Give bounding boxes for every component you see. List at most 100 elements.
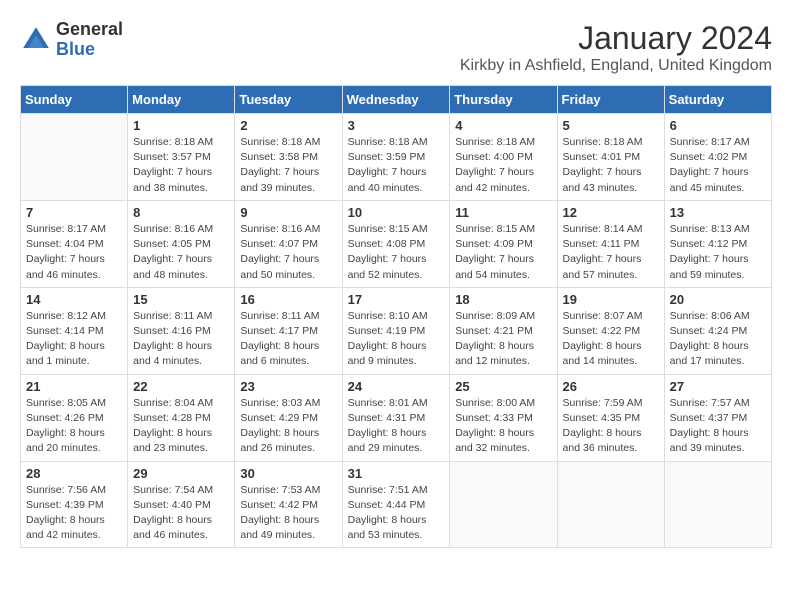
calendar-cell: 16 Sunrise: 8:11 AM Sunset: 4:17 PM Dayli…: [235, 287, 342, 374]
day-info: Sunrise: 7:54 AM Sunset: 4:40 PM Dayligh…: [133, 483, 229, 544]
day-info: Sunrise: 7:59 AM Sunset: 4:35 PM Dayligh…: [563, 396, 659, 457]
day-number: 31: [348, 466, 445, 481]
calendar-table: SundayMondayTuesdayWednesdayThursdayFrid…: [20, 85, 772, 548]
logo: General Blue: [20, 20, 123, 60]
calendar-week-row: 28Sunrise: 7:56 AM Sunset: 4:39 PM Dayli…: [21, 461, 772, 548]
day-info: Sunrise: 8:07 AM Sunset: 4:22 PM Dayligh…: [563, 309, 659, 370]
day-info: Sunrise: 7:53 AM Sunset: 4:42 PM Dayligh…: [240, 483, 336, 544]
day-info: Sunrise: 8:04 AM Sunset: 4:28 PM Dayligh…: [133, 396, 229, 457]
day-number: 2: [240, 118, 336, 133]
day-number: 15: [133, 292, 229, 307]
day-number: 28: [26, 466, 122, 481]
day-number: 27: [670, 379, 766, 394]
day-info: Sunrise: 8:13 AM Sunset: 4:12 PM Dayligh…: [670, 222, 766, 283]
calendar-cell: 14Sunrise: 8:12 AM Sunset: 4:14 PM Dayli…: [21, 287, 128, 374]
day-number: 22: [133, 379, 229, 394]
day-number: 21: [26, 379, 122, 394]
day-info: Sunrise: 8:01 AM Sunset: 4:31 PM Dayligh…: [348, 396, 445, 457]
day-info: Sunrise: 8:18 AM Sunset: 4:00 PM Dayligh…: [455, 135, 551, 196]
day-info: Sunrise: 8:09 AM Sunset: 4:21 PM Dayligh…: [455, 309, 551, 370]
weekday-header: Tuesday: [235, 86, 342, 114]
calendar-cell: 22 Sunrise: 8:04 AM Sunset: 4:28 PM Dayli…: [128, 374, 235, 461]
calendar-header: SundayMondayTuesdayWednesdayThursdayFrid…: [21, 86, 772, 114]
calendar-cell: 11Sunrise: 8:15 AM Sunset: 4:09 PM Dayli…: [450, 200, 557, 287]
day-info: Sunrise: 8:18 AM Sunset: 3:58 PM Dayligh…: [240, 135, 336, 196]
day-info: Sunrise: 8:11 AM Sunset: 4:16 PM Dayligh…: [133, 309, 229, 370]
calendar-week-row: 7 Sunrise: 8:17 AM Sunset: 4:04 PM Daylig…: [21, 200, 772, 287]
calendar-cell: 9 Sunrise: 8:16 AM Sunset: 4:07 PM Daylig…: [235, 200, 342, 287]
day-info: Sunrise: 8:12 AM Sunset: 4:14 PM Dayligh…: [26, 309, 122, 370]
calendar-cell: [557, 461, 664, 548]
calendar-cell: 27Sunrise: 7:57 AM Sunset: 4:37 PM Dayli…: [664, 374, 771, 461]
calendar-cell: 7 Sunrise: 8:17 AM Sunset: 4:04 PM Daylig…: [21, 200, 128, 287]
calendar-week-row: 1 Sunrise: 8:18 AM Sunset: 3:57 PM Daylig…: [21, 114, 772, 201]
weekday-header: Thursday: [450, 86, 557, 114]
day-number: 10: [348, 205, 445, 220]
day-info: Sunrise: 8:18 AM Sunset: 3:59 PM Dayligh…: [348, 135, 445, 196]
day-info: Sunrise: 7:51 AM Sunset: 4:44 PM Dayligh…: [348, 483, 445, 544]
day-info: Sunrise: 8:10 AM Sunset: 4:19 PM Dayligh…: [348, 309, 445, 370]
day-number: 30: [240, 466, 336, 481]
calendar-cell: 5Sunrise: 8:18 AM Sunset: 4:01 PM Daylig…: [557, 114, 664, 201]
day-number: 8: [133, 205, 229, 220]
calendar-cell: 24 Sunrise: 8:01 AM Sunset: 4:31 PM Dayli…: [342, 374, 450, 461]
calendar-cell: 28Sunrise: 7:56 AM Sunset: 4:39 PM Dayli…: [21, 461, 128, 548]
day-info: Sunrise: 8:16 AM Sunset: 4:07 PM Dayligh…: [240, 222, 336, 283]
page-title: January 2024: [460, 20, 772, 57]
day-number: 17: [348, 292, 445, 307]
logo-blue: Blue: [56, 40, 123, 60]
calendar-cell: 3Sunrise: 8:18 AM Sunset: 3:59 PM Daylig…: [342, 114, 450, 201]
calendar-week-row: 14Sunrise: 8:12 AM Sunset: 4:14 PM Dayli…: [21, 287, 772, 374]
day-number: 5: [563, 118, 659, 133]
calendar-cell: 19Sunrise: 8:07 AM Sunset: 4:22 PM Dayli…: [557, 287, 664, 374]
page-header: General Blue January 2024 Kirkby in Ashf…: [20, 20, 772, 75]
calendar-cell: 1 Sunrise: 8:18 AM Sunset: 3:57 PM Daylig…: [128, 114, 235, 201]
day-number: 16: [240, 292, 336, 307]
calendar-cell: 31 Sunrise: 7:51 AM Sunset: 4:44 PM Dayli…: [342, 461, 450, 548]
weekday-header: Sunday: [21, 86, 128, 114]
day-info: Sunrise: 8:15 AM Sunset: 4:08 PM Dayligh…: [348, 222, 445, 283]
logo-text: General Blue: [56, 20, 123, 60]
day-info: Sunrise: 8:05 AM Sunset: 4:26 PM Dayligh…: [26, 396, 122, 457]
calendar-cell: [664, 461, 771, 548]
day-info: Sunrise: 8:03 AM Sunset: 4:29 PM Dayligh…: [240, 396, 336, 457]
day-number: 12: [563, 205, 659, 220]
day-number: 11: [455, 205, 551, 220]
day-info: Sunrise: 8:11 AM Sunset: 4:17 PM Dayligh…: [240, 309, 336, 370]
logo-icon: [20, 24, 52, 56]
day-info: Sunrise: 8:18 AM Sunset: 3:57 PM Dayligh…: [133, 135, 229, 196]
calendar-cell: 23 Sunrise: 8:03 AM Sunset: 4:29 PM Dayli…: [235, 374, 342, 461]
day-number: 20: [670, 292, 766, 307]
day-number: 4: [455, 118, 551, 133]
calendar-cell: 2 Sunrise: 8:18 AM Sunset: 3:58 PM Daylig…: [235, 114, 342, 201]
day-info: Sunrise: 8:16 AM Sunset: 4:05 PM Dayligh…: [133, 222, 229, 283]
calendar-cell: 8 Sunrise: 8:16 AM Sunset: 4:05 PM Daylig…: [128, 200, 235, 287]
calendar-cell: 25Sunrise: 8:00 AM Sunset: 4:33 PM Dayli…: [450, 374, 557, 461]
title-block: January 2024 Kirkby in Ashfield, England…: [460, 20, 772, 75]
calendar-cell: 17 Sunrise: 8:10 AM Sunset: 4:19 PM Dayli…: [342, 287, 450, 374]
weekday-header: Monday: [128, 86, 235, 114]
day-number: 7: [26, 205, 122, 220]
day-number: 23: [240, 379, 336, 394]
day-info: Sunrise: 8:14 AM Sunset: 4:11 PM Dayligh…: [563, 222, 659, 283]
day-info: Sunrise: 8:06 AM Sunset: 4:24 PM Dayligh…: [670, 309, 766, 370]
day-info: Sunrise: 8:17 AM Sunset: 4:02 PM Dayligh…: [670, 135, 766, 196]
day-number: 29: [133, 466, 229, 481]
day-number: 26: [563, 379, 659, 394]
calendar-cell: 21 Sunrise: 8:05 AM Sunset: 4:26 PM Dayli…: [21, 374, 128, 461]
calendar-cell: 18 Sunrise: 8:09 AM Sunset: 4:21 PM Dayli…: [450, 287, 557, 374]
day-number: 9: [240, 205, 336, 220]
day-number: 25: [455, 379, 551, 394]
day-number: 18: [455, 292, 551, 307]
calendar-body: 1 Sunrise: 8:18 AM Sunset: 3:57 PM Daylig…: [21, 114, 772, 548]
calendar-cell: 4 Sunrise: 8:18 AM Sunset: 4:00 PM Daylig…: [450, 114, 557, 201]
day-number: 1: [133, 118, 229, 133]
calendar-cell: 26 Sunrise: 7:59 AM Sunset: 4:35 PM Dayli…: [557, 374, 664, 461]
calendar-cell: 6Sunrise: 8:17 AM Sunset: 4:02 PM Daylig…: [664, 114, 771, 201]
weekday-header: Wednesday: [342, 86, 450, 114]
calendar-cell: 15 Sunrise: 8:11 AM Sunset: 4:16 PM Dayli…: [128, 287, 235, 374]
day-number: 24: [348, 379, 445, 394]
calendar-week-row: 21 Sunrise: 8:05 AM Sunset: 4:26 PM Dayli…: [21, 374, 772, 461]
calendar-cell: 13Sunrise: 8:13 AM Sunset: 4:12 PM Dayli…: [664, 200, 771, 287]
day-info: Sunrise: 8:17 AM Sunset: 4:04 PM Dayligh…: [26, 222, 122, 283]
